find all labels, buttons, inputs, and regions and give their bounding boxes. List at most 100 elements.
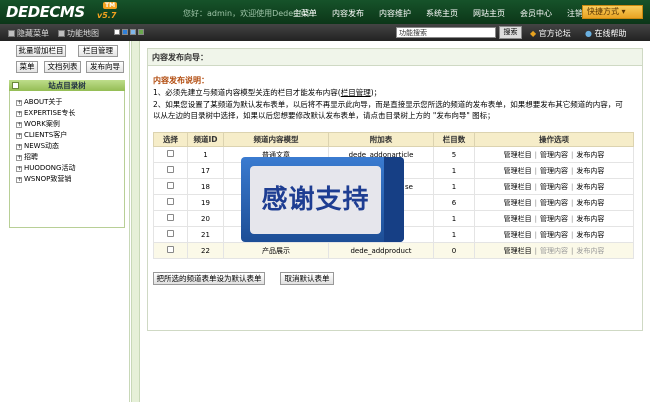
tree-node[interactable]: + WORK案例	[16, 119, 60, 129]
description-line-1: 1、必须先建立与频道内容模型关连的栏目才能发布内容(栏目管理)；	[153, 87, 381, 98]
category-manage-link[interactable]: 栏目管理	[341, 88, 371, 97]
nav-member-center[interactable]: 会员中心	[520, 8, 552, 19]
tree-node[interactable]: + EXPERTISE专长	[16, 108, 75, 118]
expand-plus-icon[interactable]: +	[16, 122, 22, 128]
category-count: 0	[433, 242, 475, 259]
row-checkbox[interactable]	[167, 150, 174, 157]
row-actions: 管理栏目 | 管理内容 | 发布内容	[474, 210, 634, 227]
description-line-3: 以从左边的目录树中选择，如果以后您想要修改默认发布表单，请点击目录树上方的 "发…	[153, 111, 495, 120]
row-actions: 管理栏目 | 管理内容 | 发布内容	[474, 146, 634, 163]
channel-id: 1	[187, 146, 224, 163]
skin-green-swatch[interactable]	[138, 29, 144, 35]
skin-white-swatch[interactable]	[114, 29, 120, 35]
category-count: 1	[433, 178, 475, 195]
forum-icon: ◆	[530, 29, 537, 38]
tree-node-label: WSNOP致营销	[24, 175, 72, 183]
publish-content-link[interactable]: 发布内容	[576, 167, 604, 175]
manage-category-link[interactable]: 管理栏目	[504, 183, 532, 191]
cancel-default-form-button[interactable]: 取消默认表单	[280, 272, 334, 285]
column-header: 附加表	[328, 132, 434, 147]
help-icon: ●	[585, 29, 592, 38]
publish-content-link[interactable]: 发布内容	[576, 215, 604, 223]
manage-content-link[interactable]: 管理内容	[540, 151, 568, 159]
publish-content-link[interactable]: 发布内容	[576, 199, 604, 207]
function-search-input[interactable]	[396, 27, 496, 38]
publish-content-link[interactable]: 发布内容	[576, 231, 604, 239]
column-header: 操作选项	[474, 132, 634, 147]
skin-blue-swatch[interactable]	[122, 29, 128, 35]
expand-plus-icon[interactable]: +	[16, 133, 22, 139]
publish-content-link[interactable]: 发布内容	[576, 247, 604, 255]
row-checkbox[interactable]	[167, 246, 174, 253]
row-checkbox[interactable]	[167, 214, 174, 221]
manage-content-link[interactable]: 管理内容	[540, 231, 568, 239]
menu-button[interactable]: 菜单	[16, 61, 38, 73]
forum-label: 官方论坛	[538, 29, 571, 38]
tree-toggle-icon[interactable]	[12, 82, 19, 89]
nav-logout[interactable]: 注销	[567, 8, 583, 19]
top-nav: 主菜单 内容发布 内容维护 系统主页 网站主页 会员中心 注销	[293, 8, 598, 19]
publish-wizard-button[interactable]: 发布向导	[86, 61, 124, 73]
row-checkbox[interactable]	[167, 230, 174, 237]
tree-node[interactable]: + NEWS动态	[16, 141, 59, 151]
expand-plus-icon[interactable]: +	[16, 111, 22, 117]
hide-menu-toggle[interactable]: 隐藏菜单	[8, 28, 49, 39]
column-header: 频道ID	[187, 132, 224, 147]
logo-badge: TM	[103, 2, 118, 9]
description-line-2: 2、如果您设置了某频道为默认发布表单，以后将不再显示此向导，而是直接显示您所选的…	[153, 100, 623, 109]
category-manage-button[interactable]: 栏目管理	[78, 45, 118, 57]
top-header: DEDECMS TM v5.7 您好：admin，欢迎使用DedeCMS！ 主菜…	[0, 0, 650, 24]
manage-category-link[interactable]: 管理栏目	[504, 199, 532, 207]
row-checkbox[interactable]	[167, 166, 174, 173]
expand-plus-icon[interactable]: +	[16, 100, 22, 106]
shortcut-dropdown[interactable]: 快捷方式 ▾	[582, 5, 643, 19]
manage-category-link[interactable]: 管理栏目	[504, 215, 532, 223]
tree-node-label: HUODONG活动	[24, 164, 76, 172]
tree-node[interactable]: + ABOUT关于	[16, 97, 62, 107]
manage-category-link[interactable]: 管理栏目	[504, 167, 532, 175]
category-count: 6	[433, 194, 475, 211]
expand-plus-icon[interactable]: +	[16, 144, 22, 150]
row-checkbox[interactable]	[167, 182, 174, 189]
forum-link[interactable]: ◆ 官方论坛	[530, 28, 571, 39]
help-link[interactable]: ● 在线帮助	[585, 28, 627, 39]
panel-title: 内容发布向导：	[148, 49, 642, 66]
manage-content-link[interactable]: 管理内容	[540, 199, 568, 207]
manage-content-link[interactable]: 管理内容	[540, 167, 568, 175]
row-checkbox[interactable]	[167, 198, 174, 205]
manage-category-link[interactable]: 管理栏目	[504, 247, 532, 255]
nav-site-home[interactable]: 网站主页	[473, 8, 505, 19]
nav-main-menu[interactable]: 主菜单	[293, 8, 317, 19]
watermark-text: 感谢支持	[250, 166, 381, 234]
tree-node-label: WORK案例	[24, 120, 60, 128]
expand-plus-icon[interactable]: +	[16, 155, 22, 161]
publish-content-link[interactable]: 发布内容	[576, 183, 604, 191]
tree-node[interactable]: + 招聘	[16, 152, 38, 162]
nav-content-publish[interactable]: 内容发布	[332, 8, 364, 19]
dedecms-logo[interactable]: DEDECMS	[6, 3, 85, 21]
nav-content-maintain[interactable]: 内容维护	[379, 8, 411, 19]
nav-system-home[interactable]: 系统主页	[426, 8, 458, 19]
manage-content-link[interactable]: 管理内容	[540, 183, 568, 191]
tree-node[interactable]: + CLIENTS客户	[16, 130, 67, 140]
skin-lightblue-swatch[interactable]	[130, 29, 136, 35]
site-tree-header: 站点目录树	[9, 80, 125, 91]
batch-add-category-button[interactable]: 批量增加栏目	[16, 45, 66, 57]
tree-node[interactable]: + HUODONG活动	[16, 163, 75, 173]
manage-category-link[interactable]: 管理栏目	[504, 231, 532, 239]
document-list-button[interactable]: 文档列表	[44, 61, 81, 73]
manage-content-link[interactable]: 管理内容	[540, 215, 568, 223]
site-map-link[interactable]: 功能地图	[58, 28, 99, 39]
row-actions: 管理栏目 | 管理内容 | 发布内容	[474, 162, 634, 179]
publish-content-link[interactable]: 发布内容	[576, 151, 604, 159]
expand-plus-icon[interactable]: +	[16, 166, 22, 172]
sidebar-splitter[interactable]	[131, 41, 140, 402]
category-count: 1	[433, 226, 475, 243]
search-button[interactable]: 搜索	[499, 26, 522, 39]
manage-content-link[interactable]: 管理内容	[540, 247, 568, 255]
set-default-form-button[interactable]: 把所选的频道表单设为默认表单	[153, 272, 265, 285]
manage-category-link[interactable]: 管理栏目	[504, 151, 532, 159]
tree-node[interactable]: + WSNOP致营销	[16, 174, 71, 184]
expand-plus-icon[interactable]: +	[16, 177, 22, 183]
sub-toolbar: 隐藏菜单 功能地图 搜索 ◆ 官方论坛 ● 在线帮助	[0, 24, 650, 41]
